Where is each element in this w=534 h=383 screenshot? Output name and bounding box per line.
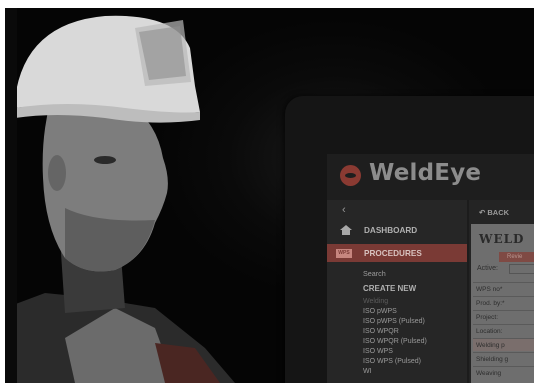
- form-field-welding-process[interactable]: Welding p: [473, 338, 534, 351]
- weldeye-app-screen: WeldEye ‹ DASHBOARD WPS PROCEDURES Searc…: [327, 154, 534, 383]
- form-field-prod-by[interactable]: Prod. by:*: [473, 296, 534, 309]
- sidebar-item-dashboard[interactable]: DASHBOARD: [327, 221, 467, 239]
- create-category-welding: Welding: [363, 298, 389, 305]
- tablet-device: WeldEye ‹ DASHBOARD WPS PROCEDURES Searc…: [285, 96, 534, 383]
- form-field-shielding-gas[interactable]: Shielding g: [473, 352, 534, 365]
- sidebar-search-link[interactable]: Search: [363, 269, 386, 278]
- create-item[interactable]: ISO WPS: [363, 348, 393, 355]
- chevron-left-icon[interactable]: ‹: [342, 204, 346, 216]
- back-button[interactable]: ↶ BACK: [479, 208, 509, 217]
- create-item[interactable]: ISO pWPS: [363, 308, 397, 315]
- create-item[interactable]: ISO WPQR (Pulsed): [363, 338, 427, 345]
- sidebar-item-procedures[interactable]: WPS PROCEDURES: [327, 244, 467, 262]
- main-content: ↶ BACK WELD Revie Active: WPS no* Prod. …: [469, 200, 534, 383]
- review-tab[interactable]: Revie: [499, 252, 534, 262]
- welder-portrait: [5, 8, 245, 383]
- form-field-wps-no[interactable]: WPS no*: [473, 282, 534, 295]
- weldeye-logo-icon: [340, 165, 361, 186]
- form-field-project[interactable]: Project:: [473, 310, 534, 323]
- create-new-heading: CREATE NEW: [363, 284, 417, 293]
- create-item[interactable]: WI: [363, 368, 372, 375]
- active-label: Active:: [477, 265, 499, 272]
- create-item[interactable]: ISO WPQR: [363, 328, 399, 335]
- create-item[interactable]: ISO pWPS (Pulsed): [363, 318, 425, 325]
- sidebar-item-label: DASHBOARD: [364, 226, 418, 235]
- house-icon: [340, 225, 352, 235]
- hero-photo: WeldEye ‹ DASHBOARD WPS PROCEDURES Searc…: [5, 8, 534, 383]
- wps-form-panel: WELD Revie Active: WPS no* Prod. by:* Pr…: [471, 224, 534, 383]
- active-select[interactable]: [509, 264, 534, 274]
- wps-icon: WPS: [336, 249, 352, 258]
- app-header: WeldEye: [327, 154, 534, 200]
- form-field-weaving[interactable]: Weaving: [473, 366, 534, 379]
- page-title: WELD: [479, 232, 525, 246]
- sidebar: ‹ DASHBOARD WPS PROCEDURES Search CREATE…: [327, 200, 467, 383]
- back-label: BACK: [487, 208, 510, 217]
- create-item[interactable]: ISO WPS (Pulsed): [363, 358, 421, 365]
- app-logo-text: WeldEye: [369, 160, 482, 186]
- sidebar-item-label: PROCEDURES: [364, 249, 422, 258]
- form-field-location[interactable]: Location:: [473, 324, 534, 337]
